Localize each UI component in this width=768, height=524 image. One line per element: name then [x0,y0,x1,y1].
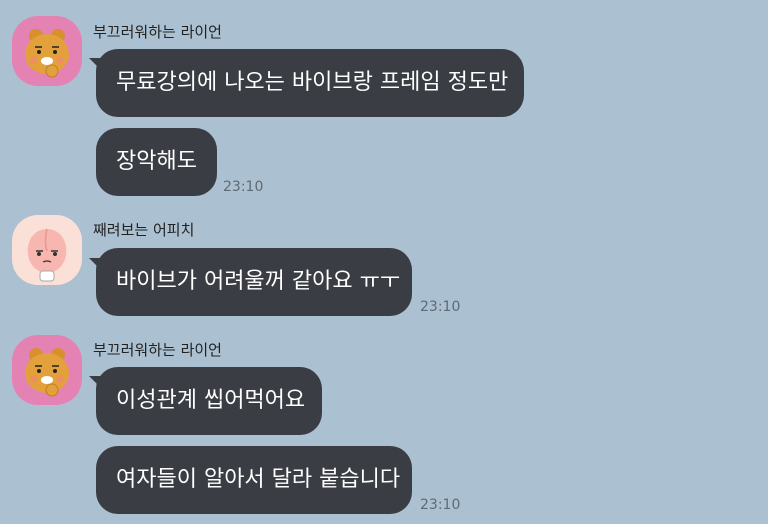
sender-name: 부끄러워하는 라이언 [93,23,222,41]
message-time: 23:10 [420,299,461,315]
ryan-avatar-icon[interactable] [12,335,82,405]
message-time: 23:10 [223,179,264,195]
ryan-avatar-icon[interactable] [12,16,82,86]
message-bubble[interactable]: 무료강의에 나오는 바이브랑 프레임 정도만 [96,49,524,117]
apeach-avatar-icon[interactable] [12,215,82,285]
message-bubble[interactable]: 여자들이 알아서 달라 붙습니다 [96,446,412,514]
sender-name: 부끄러워하는 라이언 [93,341,222,359]
message-bubble[interactable]: 장악해도 [96,128,217,196]
message-bubble[interactable]: 이성관계 씹어먹어요 [96,367,322,435]
message-time: 23:10 [420,497,461,513]
sender-name: 째려보는 어피치 [93,221,195,239]
message-bubble[interactable]: 바이브가 어려울꺼 같아요 ㅠㅜ [96,248,412,316]
